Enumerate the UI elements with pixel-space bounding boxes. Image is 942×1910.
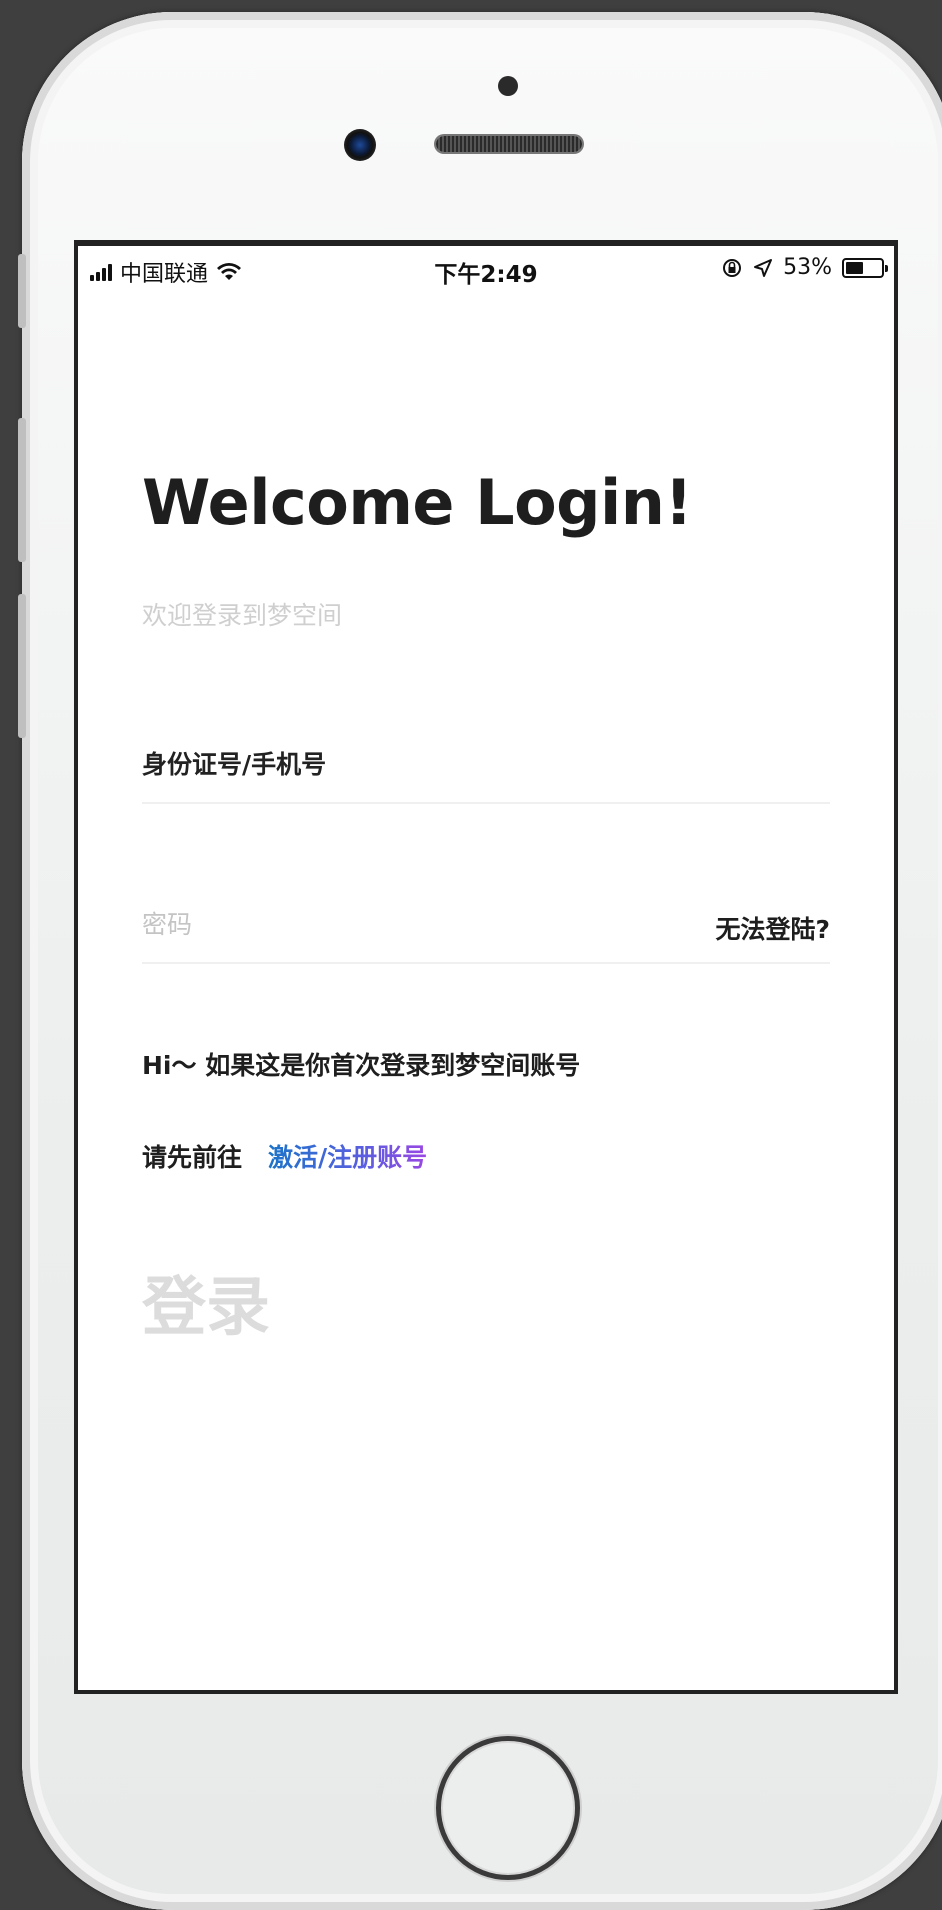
- id-phone-input[interactable]: [142, 734, 702, 794]
- activate-register-link[interactable]: 激活/注册账号: [268, 1143, 427, 1172]
- id-field-container: [142, 712, 830, 804]
- volume-up-button: [18, 418, 26, 562]
- phone-screen: 中国联通 下午2:49 53% Welcome Login! 欢迎登录到梦空间 …: [74, 240, 898, 1694]
- page-title: Welcome Login!: [142, 466, 693, 539]
- home-button[interactable]: [436, 1736, 580, 1880]
- page-subtitle: 欢迎登录到梦空间: [142, 601, 343, 630]
- password-input[interactable]: [142, 894, 702, 954]
- login-button[interactable]: 登录: [142, 1256, 270, 1348]
- battery-icon: [842, 257, 888, 278]
- cannot-login-link[interactable]: 无法登陆?: [715, 910, 830, 946]
- front-camera: [344, 129, 376, 161]
- battery-percent: 53%: [783, 255, 832, 280]
- volume-down-button: [18, 594, 26, 738]
- activate-prompt: 请先前往 激活/注册账号: [142, 1138, 427, 1174]
- password-field-container: 无法登陆?: [142, 872, 830, 964]
- first-time-hint: Hi～ 如果这是你首次登录到梦空间账号: [142, 1051, 581, 1080]
- proximity-sensor: [498, 76, 518, 96]
- orientation-lock-icon: [723, 258, 742, 277]
- earpiece-speaker: [436, 136, 582, 152]
- location-icon: [754, 258, 773, 277]
- mute-switch: [18, 254, 26, 328]
- status-bar: 中国联通 下午2:49 53%: [78, 246, 894, 290]
- activate-prompt-prefix: 请先前往: [142, 1143, 243, 1172]
